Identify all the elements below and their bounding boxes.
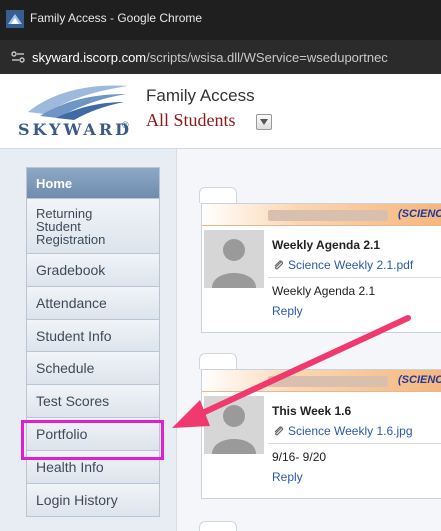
reply-link[interactable]: Reply — [272, 470, 303, 484]
logo-wordmark: SKYWARD — [18, 120, 132, 139]
message-title: Weekly Agenda 2.1 — [272, 238, 381, 252]
message-body: 9/16- 9/20 — [272, 450, 327, 464]
message-tab[interactable] — [199, 521, 237, 531]
sidebar-item-label: Attendance — [36, 295, 107, 311]
person-placeholder-icon — [212, 405, 256, 454]
sidebar-item-label: Schedule — [36, 360, 95, 376]
chevron-down-icon — [260, 119, 268, 125]
paperclip-icon — [274, 426, 284, 436]
portfolio-highlight-box — [21, 420, 164, 460]
attachment-link[interactable]: Science Weekly 2.1.pdf — [272, 258, 413, 272]
sidebar-item-home[interactable]: Home — [27, 168, 159, 199]
sidebar-item-label: Returning Student Registration — [36, 205, 106, 247]
sidebar-item-label: Login History — [36, 492, 118, 508]
message-tab[interactable] — [199, 187, 237, 203]
message-subject: (SCIENC — [398, 208, 441, 220]
message-feed: (SCIENC Weekly Agenda 2.1 Science Weekly… — [176, 149, 441, 531]
sidebar-item-student-info[interactable]: Student Info — [27, 320, 159, 352]
attachment-name: Science Weekly 1.6.jpg — [288, 424, 413, 438]
site-info-icon[interactable] — [10, 49, 26, 65]
attachment-name: Science Weekly 2.1.pdf — [288, 258, 414, 272]
url-text[interactable]: skyward.iscorp.com/scripts/wsisa.dll/WSe… — [32, 50, 437, 65]
url-path: /scripts/wsisa.dll/WService=wseduportnec — [146, 50, 388, 65]
attachment-link[interactable]: Science Weekly 1.6.jpg — [272, 424, 413, 438]
sidebar-item-label: Test Scores — [36, 393, 110, 409]
sidebar-item-schedule[interactable]: Schedule — [27, 352, 159, 385]
divider — [268, 277, 441, 278]
avatar — [204, 396, 264, 454]
message-title: This Week 1.6 — [272, 404, 352, 418]
message-subject: (SCIENC — [398, 374, 441, 386]
sidebar-item-label: Home — [36, 175, 73, 191]
message-body: Weekly Agenda 2.1 — [272, 284, 376, 298]
sidebar-item-attendance[interactable]: Attendance — [27, 287, 159, 320]
sidebar-nav: Home Returning Student Registration Grad… — [26, 167, 160, 517]
sidebar-item-returning-student-registration[interactable]: Returning Student Registration — [27, 199, 159, 254]
url-host: skyward.iscorp.com — [32, 50, 147, 65]
sender-name-redacted — [268, 210, 388, 221]
sidebar-item-label: Student Info — [36, 327, 112, 344]
window-title: Family Access - Google Chrome — [30, 11, 203, 25]
message-card: (SCIENC This Week 1.6 Science Weekly 1.6… — [201, 369, 441, 499]
sidebar-item-label: Gradebook — [36, 262, 106, 278]
sender-name-redacted — [268, 376, 388, 387]
divider — [268, 443, 441, 444]
message-tab[interactable] — [199, 353, 237, 369]
app-header: SKYWARD ® Family Access All Students — [0, 74, 441, 148]
avatar — [204, 230, 264, 288]
main-area: Home Returning Student Registration Grad… — [0, 148, 441, 531]
browser-title-bar: Family Access - Google Chrome — [0, 0, 441, 40]
paperclip-icon — [274, 260, 284, 270]
person-placeholder-icon — [212, 239, 256, 288]
sidebar-item-gradebook[interactable]: Gradebook — [27, 254, 159, 287]
student-select-label[interactable]: All Students — [146, 110, 236, 131]
sidebar-item-login-history[interactable]: Login History — [27, 484, 159, 516]
skyward-favicon-icon — [6, 10, 24, 28]
student-select-dropdown-button[interactable] — [256, 114, 272, 130]
message-card: (SCIENC Weekly Agenda 2.1 Science Weekly… — [201, 203, 441, 333]
sidebar-item-test-scores[interactable]: Test Scores — [27, 385, 159, 418]
app-title: Family Access — [146, 86, 255, 105]
sidebar-item-label: Health Info — [36, 459, 104, 475]
message-header: (SCIENC — [202, 370, 441, 392]
address-bar[interactable]: skyward.iscorp.com/scripts/wsisa.dll/WSe… — [0, 40, 441, 74]
skyward-logo[interactable]: SKYWARD ® — [18, 82, 130, 140]
reply-link[interactable]: Reply — [272, 304, 303, 318]
logo-registered-mark: ® — [122, 120, 129, 130]
message-header: (SCIENC — [202, 204, 441, 226]
